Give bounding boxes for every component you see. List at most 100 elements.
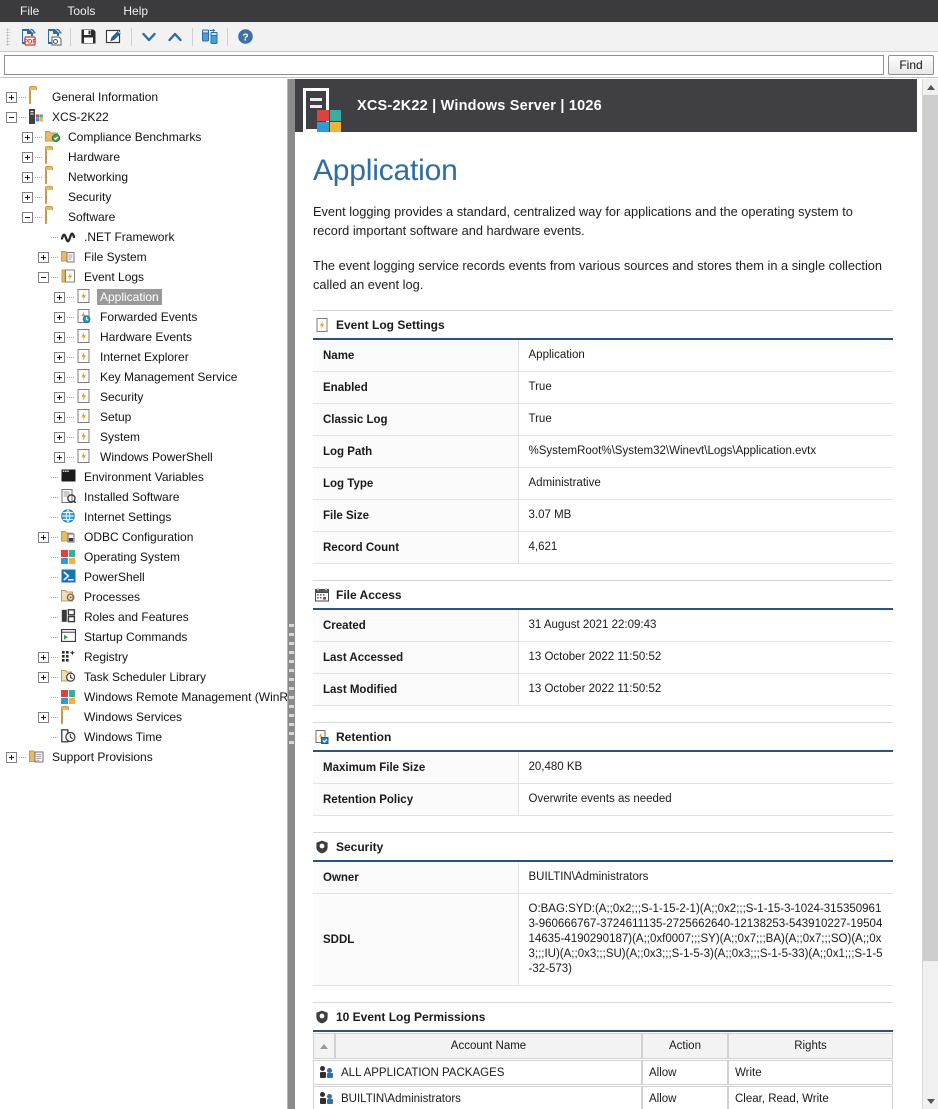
find-button[interactable]: Find bbox=[888, 54, 934, 75]
tree-item-hardware[interactable]: Hardware bbox=[0, 147, 287, 167]
tree-item-powershell[interactable]: PowerShell bbox=[0, 567, 287, 587]
tree-expander-collapsed[interactable] bbox=[38, 651, 49, 663]
menu-tools[interactable]: Tools bbox=[53, 1, 109, 21]
content-scrollbar[interactable] bbox=[922, 79, 938, 1109]
cell-action: Allow bbox=[642, 1060, 728, 1085]
tree-item-windows-powershell[interactable]: Windows PowerShell bbox=[0, 447, 287, 467]
table-row: Record Count 4,621 bbox=[313, 531, 893, 564]
tree-expander-collapsed[interactable] bbox=[54, 411, 65, 423]
section-header: Event Log Settings bbox=[313, 310, 893, 338]
tree-item-xcs-2k22[interactable]: XCS-2K22 bbox=[0, 107, 287, 127]
tree-expander-collapsed[interactable] bbox=[22, 151, 33, 163]
tree-expander-collapsed[interactable] bbox=[54, 351, 65, 363]
tree-expander-collapsed[interactable] bbox=[54, 391, 65, 403]
tree-expander-collapsed[interactable] bbox=[54, 371, 65, 383]
tree-expander-collapsed[interactable] bbox=[22, 171, 33, 183]
tree-item-installed-software[interactable]: Installed Software bbox=[0, 487, 287, 507]
tree-expander-collapsed[interactable] bbox=[22, 131, 33, 143]
tree-expander-collapsed[interactable] bbox=[54, 311, 65, 323]
tree-item-roles-and-features[interactable]: Roles and Features bbox=[0, 607, 287, 627]
chevron-up-icon bbox=[926, 84, 935, 90]
tree-item-label: Hardware Events bbox=[100, 330, 193, 344]
chevron-up-icon[interactable] bbox=[162, 25, 188, 49]
database-transfer-icon[interactable] bbox=[197, 25, 223, 49]
tree-item-networking[interactable]: Networking bbox=[0, 167, 287, 187]
tree-item-application[interactable]: Application bbox=[0, 287, 287, 307]
tree-expander-expanded[interactable] bbox=[6, 111, 17, 123]
tree-item-internet-settings[interactable]: Internet Settings bbox=[0, 507, 287, 527]
tree-item-odbc-configuration[interactable]: ODBC Configuration bbox=[0, 527, 287, 547]
menu-help[interactable]: Help bbox=[109, 1, 162, 21]
tree-item-software[interactable]: Software bbox=[0, 207, 287, 227]
search-input[interactable] bbox=[4, 54, 884, 75]
scroll-up-button[interactable] bbox=[923, 79, 938, 95]
row-value: O:BAG:SYD:(A;;0x2;;;S-1-15-2-1)(A;;0x2;;… bbox=[518, 893, 893, 986]
tree-item-system[interactable]: System bbox=[0, 427, 287, 447]
scroll-down-button[interactable] bbox=[923, 1093, 938, 1109]
tree-item-environment-variables[interactable]: Environment Variables bbox=[0, 467, 287, 487]
scrollbar-thumb[interactable] bbox=[923, 95, 938, 961]
toolbar-grip[interactable] bbox=[6, 27, 10, 46]
permissions-table[interactable]: Account Name Action Rights ALL APPLICATI… bbox=[313, 1032, 893, 1109]
tree-item-task-scheduler-library[interactable]: Task Scheduler Library bbox=[0, 667, 287, 687]
tree-item-security[interactable]: Security bbox=[0, 387, 287, 407]
column-header-action[interactable]: Action bbox=[642, 1033, 728, 1059]
tree-expander-collapsed[interactable] bbox=[22, 191, 33, 203]
tree-item-windows-time[interactable]: Windows Time bbox=[0, 727, 287, 747]
tree-item-support-provisions[interactable]: Support Provisions bbox=[0, 747, 287, 767]
tree-expander-collapsed[interactable] bbox=[38, 251, 49, 263]
tree-expander-collapsed[interactable] bbox=[38, 711, 49, 723]
row-value: 4,621 bbox=[518, 531, 893, 564]
tree-item-startup-commands[interactable]: Startup Commands bbox=[0, 627, 287, 647]
tree-item-hardware-events[interactable]: Hardware Events bbox=[0, 327, 287, 347]
column-header-sort[interactable] bbox=[313, 1033, 335, 1059]
tree-expander-collapsed[interactable] bbox=[54, 431, 65, 443]
tree-connector bbox=[51, 656, 59, 658]
tree-connector bbox=[67, 336, 75, 338]
help-icon[interactable]: ? bbox=[232, 25, 258, 49]
tree-item-processes[interactable]: Processes bbox=[0, 587, 287, 607]
tree-item-compliance-benchmarks[interactable]: Compliance Benchmarks bbox=[0, 127, 287, 147]
table-row[interactable]: BUILTIN\Administrators Allow Clear, Read… bbox=[313, 1086, 893, 1109]
tree-item-operating-system[interactable]: Operating System bbox=[0, 547, 287, 567]
tree-item-net-framework[interactable]: .NET Framework bbox=[0, 227, 287, 247]
tree-item-windows-services[interactable]: Windows Services bbox=[0, 707, 287, 727]
edit-icon[interactable] bbox=[101, 25, 127, 49]
column-header-account-name[interactable]: Account Name bbox=[335, 1033, 642, 1059]
menu-file[interactable]: File bbox=[6, 1, 53, 21]
tree-item-registry[interactable]: Registry bbox=[0, 647, 287, 667]
tree-expander-collapsed[interactable] bbox=[6, 91, 17, 103]
intro-paragraph-2: The event logging service records events… bbox=[313, 258, 883, 292]
tree-item-label: Compliance Benchmarks bbox=[68, 130, 202, 144]
users-group-icon bbox=[320, 1066, 334, 1079]
tree-item-forwarded-events[interactable]: Forwarded Events bbox=[0, 307, 287, 327]
export-pdf-icon[interactable]: PDF bbox=[14, 25, 40, 49]
table-row[interactable]: ALL APPLICATION PACKAGES Allow Write bbox=[313, 1060, 893, 1085]
tree-expander-expanded[interactable] bbox=[22, 211, 33, 223]
tree-expander-collapsed[interactable] bbox=[6, 751, 17, 763]
tree-expander-collapsed[interactable] bbox=[54, 451, 65, 463]
chevron-down-icon[interactable] bbox=[136, 25, 162, 49]
tree-expander-collapsed[interactable] bbox=[54, 291, 65, 303]
tree-item-windows-remote-management-winrm[interactable]: Windows Remote Management (WinRM) bbox=[0, 687, 287, 707]
tree-item-security[interactable]: Security bbox=[0, 187, 287, 207]
tree-item-setup[interactable]: Setup bbox=[0, 407, 287, 427]
panel-splitter[interactable] bbox=[288, 79, 295, 1109]
tree-expander-collapsed[interactable] bbox=[38, 671, 49, 683]
tree-expander-collapsed[interactable] bbox=[38, 531, 49, 543]
tree-item-internet-explorer[interactable]: Internet Explorer bbox=[0, 347, 287, 367]
export-report-icon[interactable] bbox=[40, 25, 66, 49]
tree-expander-collapsed[interactable] bbox=[54, 331, 65, 343]
navigation-tree[interactable]: General Information XCS-2K22 Compliance Be… bbox=[0, 79, 288, 1109]
save-icon[interactable] bbox=[75, 25, 101, 49]
tree-expander-expanded[interactable] bbox=[38, 271, 49, 283]
splitter-handle[interactable] bbox=[289, 624, 294, 744]
tree-item-file-system[interactable]: File System bbox=[0, 247, 287, 267]
shield-icon bbox=[315, 1010, 329, 1024]
tree-item-general-information[interactable]: General Information bbox=[0, 87, 287, 107]
tree-item-event-logs[interactable]: Event Logs bbox=[0, 267, 287, 287]
tree-item-key-management-service[interactable]: Key Management Service bbox=[0, 367, 287, 387]
toolbar-separator bbox=[70, 27, 71, 46]
column-header-rights[interactable]: Rights bbox=[728, 1033, 893, 1059]
main-split: General Information XCS-2K22 Compliance Be… bbox=[0, 79, 938, 1109]
